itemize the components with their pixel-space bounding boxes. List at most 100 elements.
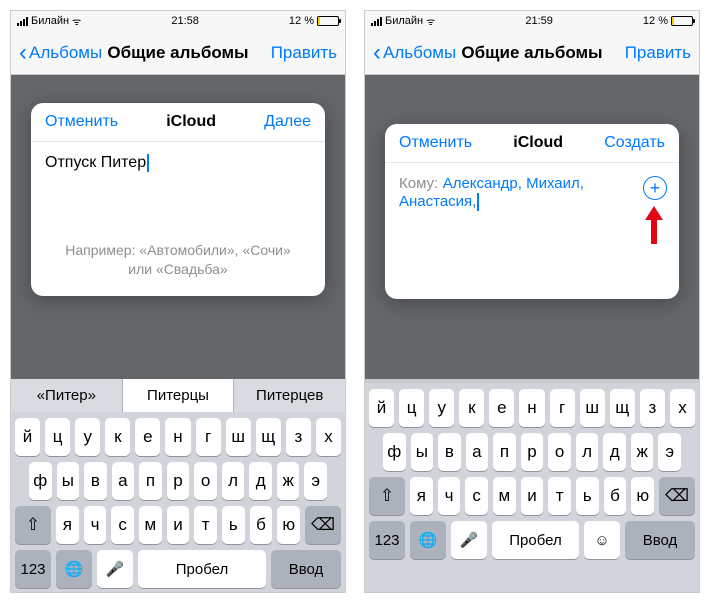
key-ь[interactable]: ь — [576, 477, 599, 515]
key-б[interactable]: б — [604, 477, 627, 515]
key-с[interactable]: с — [465, 477, 488, 515]
numbers-key[interactable]: 123 — [15, 550, 51, 588]
key-д[interactable]: д — [603, 433, 626, 471]
key-о[interactable]: о — [194, 462, 217, 500]
key-щ[interactable]: щ — [256, 418, 281, 456]
key-б[interactable]: б — [250, 506, 273, 544]
key-и[interactable]: и — [521, 477, 544, 515]
key-э[interactable]: э — [304, 462, 327, 500]
key-г[interactable]: г — [196, 418, 221, 456]
key-ш[interactable]: ш — [580, 389, 605, 427]
key-р[interactable]: р — [167, 462, 190, 500]
key-к[interactable]: к — [105, 418, 130, 456]
suggestion[interactable]: Питерцев — [234, 379, 345, 412]
text-cursor — [147, 154, 149, 172]
delete-key[interactable]: ⌫ — [305, 506, 341, 544]
key-е[interactable]: е — [135, 418, 160, 456]
delete-key[interactable]: ⌫ — [659, 477, 695, 515]
emoji-key[interactable]: ☺ — [584, 521, 620, 559]
key-ж[interactable]: ж — [277, 462, 300, 500]
suggestion[interactable]: Питерцы — [123, 379, 235, 412]
mic-key[interactable]: 🎤 — [97, 550, 133, 588]
cancel-button[interactable]: Отменить — [399, 134, 472, 152]
key-з[interactable]: з — [640, 389, 665, 427]
key-и[interactable]: и — [167, 506, 190, 544]
space-key[interactable]: Пробел — [492, 521, 579, 559]
key-м[interactable]: м — [139, 506, 162, 544]
signal-icon — [371, 17, 382, 26]
key-я[interactable]: я — [410, 477, 433, 515]
key-н[interactable]: н — [519, 389, 544, 427]
key-й[interactable]: й — [15, 418, 40, 456]
key-г[interactable]: г — [550, 389, 575, 427]
key-щ[interactable]: щ — [610, 389, 635, 427]
key-п[interactable]: п — [493, 433, 516, 471]
key-н[interactable]: н — [165, 418, 190, 456]
key-л[interactable]: л — [222, 462, 245, 500]
key-ф[interactable]: ф — [383, 433, 406, 471]
next-button[interactable]: Далее — [264, 113, 311, 131]
nav-bar: ‹ Альбомы Общие альбомы Править — [11, 31, 345, 75]
numbers-key[interactable]: 123 — [369, 521, 405, 559]
key-е[interactable]: е — [489, 389, 514, 427]
key-а[interactable]: а — [112, 462, 135, 500]
key-row-2: фывапролджэ — [11, 456, 345, 500]
edit-button[interactable]: Править — [625, 43, 691, 63]
key-ч[interactable]: ч — [438, 477, 461, 515]
space-key[interactable]: Пробел — [138, 550, 266, 588]
key-п[interactable]: п — [139, 462, 162, 500]
key-ж[interactable]: ж — [631, 433, 654, 471]
key-ц[interactable]: ц — [399, 389, 424, 427]
battery-pct-label: 12 % — [643, 15, 668, 27]
key-а[interactable]: а — [466, 433, 489, 471]
enter-key[interactable]: Ввод — [625, 521, 695, 559]
key-э[interactable]: э — [658, 433, 681, 471]
key-й[interactable]: й — [369, 389, 394, 427]
globe-key[interactable]: 🌐 — [410, 521, 446, 559]
key-х[interactable]: х — [316, 418, 341, 456]
album-name-input[interactable]: Отпуск Питер — [31, 142, 325, 184]
key-row-1: йцукенгшщзх — [11, 412, 345, 456]
key-у[interactable]: у — [429, 389, 454, 427]
key-я[interactable]: я — [56, 506, 79, 544]
key-р[interactable]: р — [521, 433, 544, 471]
key-д[interactable]: д — [249, 462, 272, 500]
keyboard: йцукенгшщзх фывапролджэ ⇧ ячсмитьбю ⌫ 12… — [365, 379, 699, 592]
key-т[interactable]: т — [194, 506, 217, 544]
shift-key[interactable]: ⇧ — [369, 477, 405, 515]
key-л[interactable]: л — [576, 433, 599, 471]
key-з[interactable]: з — [286, 418, 311, 456]
key-ф[interactable]: ф — [29, 462, 52, 500]
key-м[interactable]: м — [493, 477, 516, 515]
key-ю[interactable]: ю — [631, 477, 654, 515]
create-button[interactable]: Создать — [604, 134, 665, 152]
key-к[interactable]: к — [459, 389, 484, 427]
back-button[interactable]: ‹ Альбомы — [19, 41, 102, 65]
back-button[interactable]: ‹ Альбомы — [373, 41, 456, 65]
key-ы[interactable]: ы — [411, 433, 434, 471]
key-row-3: ⇧ ячсмитьбю ⌫ — [11, 500, 345, 544]
key-с[interactable]: с — [111, 506, 134, 544]
edit-button[interactable]: Править — [271, 43, 337, 63]
shift-key[interactable]: ⇧ — [15, 506, 51, 544]
key-в[interactable]: в — [438, 433, 461, 471]
globe-key[interactable]: 🌐 — [56, 550, 92, 588]
clock-label: 21:58 — [171, 15, 199, 27]
key-в[interactable]: в — [84, 462, 107, 500]
key-ы[interactable]: ы — [57, 462, 80, 500]
key-ш[interactable]: ш — [226, 418, 251, 456]
key-х[interactable]: х — [670, 389, 695, 427]
suggestion[interactable]: «Питер» — [11, 379, 123, 412]
key-ц[interactable]: ц — [45, 418, 70, 456]
key-т[interactable]: т — [548, 477, 571, 515]
key-ю[interactable]: ю — [277, 506, 300, 544]
key-ь[interactable]: ь — [222, 506, 245, 544]
mic-key[interactable]: 🎤 — [451, 521, 487, 559]
recipients-input[interactable]: Кому: Александр, Михаил, Анастасия, — [385, 163, 679, 223]
key-ч[interactable]: ч — [84, 506, 107, 544]
enter-key[interactable]: Ввод — [271, 550, 341, 588]
key-о[interactable]: о — [548, 433, 571, 471]
cancel-button[interactable]: Отменить — [45, 113, 118, 131]
key-у[interactable]: у — [75, 418, 100, 456]
add-contact-button[interactable]: + — [643, 176, 667, 200]
